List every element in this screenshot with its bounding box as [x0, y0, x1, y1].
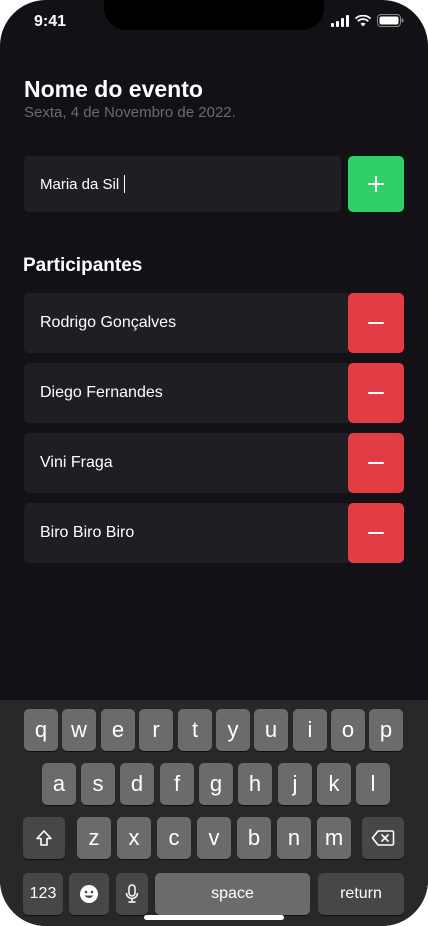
remove-participant-button[interactable] [348, 503, 404, 563]
text-caret [124, 175, 126, 193]
participant-name: Rodrigo Gonçalves [24, 293, 348, 353]
list-item: Biro Biro Biro [24, 503, 404, 563]
key-g[interactable]: g [199, 763, 233, 805]
key-z[interactable]: z [77, 817, 111, 859]
participants-heading: Participantes [23, 255, 143, 276]
key-a[interactable]: a [42, 763, 76, 805]
key-q[interactable]: q [24, 709, 58, 751]
status-icons [331, 14, 404, 27]
participant-name: Biro Biro Biro [24, 503, 348, 563]
key-v[interactable]: v [197, 817, 231, 859]
minus-icon [368, 392, 384, 394]
key-o[interactable]: o [331, 709, 365, 751]
emoji-icon [80, 885, 98, 903]
backspace-key[interactable] [362, 817, 404, 859]
microphone-icon [125, 884, 139, 903]
battery-icon [377, 14, 404, 27]
notch [104, 0, 324, 30]
wifi-icon [355, 14, 371, 26]
status-time: 9:41 [34, 13, 67, 30]
remove-participant-button[interactable] [348, 293, 404, 353]
key-y[interactable]: y [216, 709, 250, 751]
key-n[interactable]: n [277, 817, 311, 859]
key-d[interactable]: d [120, 763, 154, 805]
key-m[interactable]: m [317, 817, 351, 859]
key-u[interactable]: u [254, 709, 288, 751]
key-c[interactable]: c [157, 817, 191, 859]
list-item: Rodrigo Gonçalves [24, 293, 404, 353]
key-t[interactable]: t [178, 709, 212, 751]
return-key[interactable]: return [318, 873, 404, 915]
list-item: Diego Fernandes [24, 363, 404, 423]
participant-name-input[interactable]: Maria da Sil [24, 156, 341, 212]
key-e[interactable]: e [101, 709, 135, 751]
numbers-key[interactable]: 123 [23, 873, 63, 915]
emoji-key[interactable] [69, 873, 109, 915]
shift-icon [36, 830, 52, 846]
key-h[interactable]: h [238, 763, 272, 805]
dictation-key[interactable] [116, 873, 148, 915]
key-x[interactable]: x [117, 817, 151, 859]
home-indicator [144, 915, 284, 920]
input-value: Maria da Sil [40, 175, 120, 193]
participant-name: Vini Fraga [24, 433, 348, 493]
remove-participant-button[interactable] [348, 363, 404, 423]
minus-icon [368, 322, 384, 324]
key-l[interactable]: l [356, 763, 390, 805]
key-j[interactable]: j [278, 763, 312, 805]
space-key[interactable]: space [155, 873, 310, 915]
minus-icon [368, 532, 384, 534]
key-s[interactable]: s [81, 763, 115, 805]
key-f[interactable]: f [160, 763, 194, 805]
remove-participant-button[interactable] [348, 433, 404, 493]
list-item: Vini Fraga [24, 433, 404, 493]
add-participant-button[interactable] [348, 156, 404, 212]
key-k[interactable]: k [317, 763, 351, 805]
key-i[interactable]: i [293, 709, 327, 751]
key-w[interactable]: w [62, 709, 96, 751]
shift-key[interactable] [23, 817, 65, 859]
minus-icon [368, 462, 384, 464]
event-title: Nome do evento [24, 76, 203, 102]
key-r[interactable]: r [139, 709, 173, 751]
key-p[interactable]: p [369, 709, 403, 751]
signal-icon [331, 14, 349, 27]
backspace-icon [371, 830, 395, 846]
key-b[interactable]: b [237, 817, 271, 859]
on-screen-keyboard: q w e r t y u i o p a s d f g h j k l z … [0, 700, 428, 926]
phone-screen: 9:41 Nome do evento Sexta, 4 de Novembro… [0, 0, 428, 926]
plus-icon [368, 176, 384, 192]
participant-name: Diego Fernandes [24, 363, 348, 423]
event-date: Sexta, 4 de Novembro de 2022. [24, 104, 236, 121]
